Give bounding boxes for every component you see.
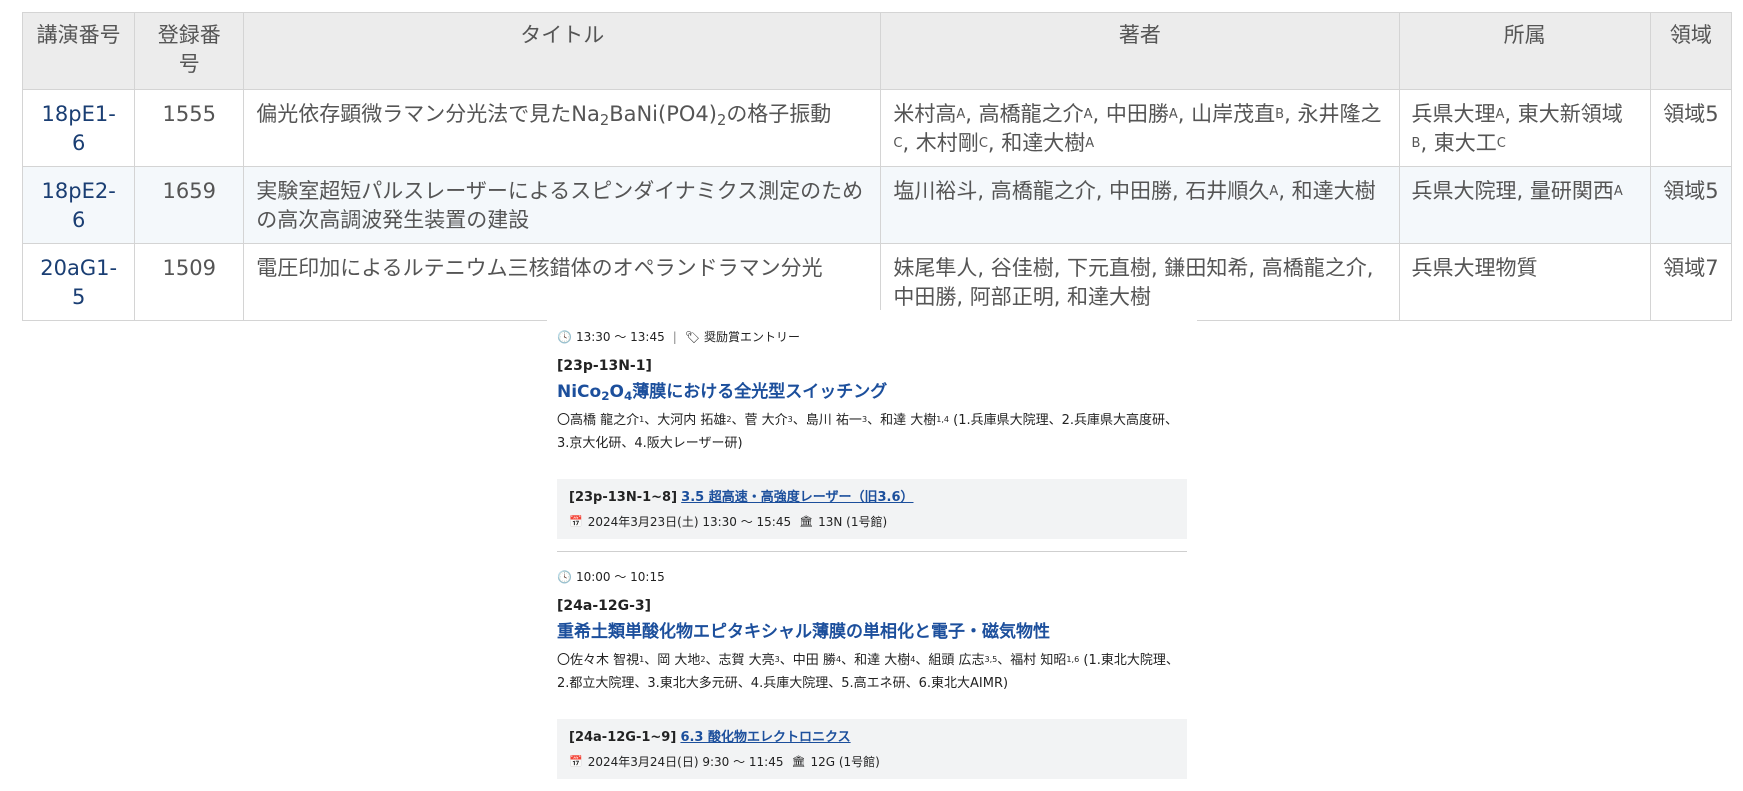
registration-number: 1659 <box>134 166 245 244</box>
session-box: [24a-12G-1~9] 6.3 酸化物エレクトロニクス 📅 2024年3月2… <box>557 719 1187 779</box>
program-entry: 🕓 13:30 〜 13:45 | 🏷 奨励賞エントリー [23p-13N-1]… <box>557 328 1187 552</box>
talk-time: 13:30 〜 13:45 <box>575 330 665 344</box>
talk-title-link[interactable]: 重希土類単酸化物エピタキシャル薄膜の単相化と電子・磁気物性 <box>557 619 1187 645</box>
talk-title: 実験室超短パルスレーザーによるスピンダイナミクス測定のための高次高調波発生装置の… <box>243 166 882 244</box>
table-header-row: 講演番号 登録番号 タイトル 著者 所属 領域 <box>21 12 1733 90</box>
calendar-icon: 📅 <box>569 755 583 768</box>
session-code: [23p-13N-1~8] <box>569 490 678 505</box>
panel-edge <box>877 310 1207 314</box>
award-tag: 奨励賞エントリー <box>704 330 801 344</box>
table-row: 20aG1-5 1509 電圧印加によるルテニウム三核錯体のオペランドラマン分光… <box>21 243 1733 321</box>
tag-icon: 🏷 <box>684 330 701 344</box>
talk-area: 領域7 <box>1649 243 1733 321</box>
talk-id-cell: 18pE2-6 <box>21 166 136 244</box>
column-header: 講演番号 <box>21 12 136 90</box>
column-header: 領域 <box>1649 12 1733 90</box>
talk-authors: 米村高A, 高橋龍之介A, 中田勝A, 山岸茂直B, 永井隆之C, 木村剛C, … <box>880 89 1400 167</box>
session-room: 13N (1号館) <box>818 515 888 529</box>
time-line: 🕓 13:30 〜 13:45 | 🏷 奨励賞エントリー <box>557 328 1187 346</box>
session-meta: 📅 2024年3月23日(土) 13:30 〜 15:45 🏛 13N (1号館… <box>569 511 1175 533</box>
session-date: 2024年3月23日(土) 13:30 〜 15:45 <box>587 515 792 529</box>
presentation-table: 講演番号 登録番号 タイトル 著者 所属 領域 18pE1-6 1555 偏光依… <box>21 12 1733 321</box>
divider <box>557 551 1187 552</box>
talk-title: 偏光依存顕微ラマン分光法で見たNa2BaNi(PO4)2の格子振動 <box>243 89 882 167</box>
building-icon: 🏛 <box>791 755 806 768</box>
program-panel: 🕓 13:30 〜 13:45 | 🏷 奨励賞エントリー [23p-13N-1]… <box>547 310 1207 791</box>
talk-id-cell: 18pE1-6 <box>21 89 136 167</box>
registration-number: 1555 <box>134 89 245 167</box>
session-box: [23p-13N-1~8] 3.5 超高速・高強度レーザー（旧3.6） 📅 20… <box>557 479 1187 539</box>
clock-icon: 🕓 <box>557 330 572 344</box>
session-date: 2024年3月24日(日) 9:30 〜 11:45 <box>587 755 784 769</box>
talk-area: 領域5 <box>1649 89 1733 167</box>
table-row: 18pE1-6 1555 偏光依存顕微ラマン分光法で見たNa2BaNi(PO4)… <box>21 89 1733 167</box>
column-header: 所属 <box>1398 12 1651 90</box>
building-icon: 🏛 <box>799 515 814 528</box>
talk-code: [24a-12G-3] <box>557 598 652 614</box>
column-header: タイトル <box>243 12 882 90</box>
time-line: 🕓 10:00 〜 10:15 <box>557 568 1187 586</box>
session-link[interactable]: 3.5 超高速・高強度レーザー（旧3.6） <box>681 490 913 505</box>
session-room: 12G (1号館) <box>810 755 880 769</box>
session-line: [23p-13N-1~8] 3.5 超高速・高強度レーザー（旧3.6） <box>569 487 1175 509</box>
talk-affiliation: 兵県大院理, 量研関西A <box>1398 166 1651 244</box>
talk-id-cell: 20aG1-5 <box>21 243 136 321</box>
talk-affiliation: 兵県大理物質 <box>1398 243 1651 321</box>
clock-icon: 🕓 <box>557 570 572 584</box>
column-header: 著者 <box>880 12 1400 90</box>
talk-time: 10:00 〜 10:15 <box>575 570 665 584</box>
column-header: 登録番号 <box>134 12 245 90</box>
session-meta: 📅 2024年3月24日(日) 9:30 〜 11:45 🏛 12G (1号館) <box>569 751 1175 773</box>
separator: | <box>672 330 677 344</box>
talk-id-link[interactable]: 20aG1-5 <box>40 256 117 309</box>
table-row: 18pE2-6 1659 実験室超短パルスレーザーによるスピンダイナミクス測定の… <box>21 166 1733 244</box>
talk-affiliation: 兵県大理A, 東大新領域B, 東大工C <box>1398 89 1651 167</box>
talk-authors: 〇佐々木 智視1、岡 大地2、志賀 大亮3、中田 勝4、和達 大樹4、組頭 広志… <box>557 653 1179 691</box>
session-code: [24a-12G-1~9] <box>569 730 677 745</box>
talk-id-link[interactable]: 18pE2-6 <box>42 179 116 232</box>
talk-code: [23p-13N-1] <box>557 358 652 374</box>
talk-authors: 塩川裕斗, 高橋龍之介, 中田勝, 石井順久A, 和達大樹 <box>880 166 1400 244</box>
talk-authors: 〇高橋 龍之介1、大河内 拓雄2、菅 大介3、島川 祐一3、和達 大樹1,4 (… <box>557 413 1179 451</box>
registration-number: 1509 <box>134 243 245 321</box>
talk-title: 電圧印加によるルテニウム三核錯体のオペランドラマン分光 <box>243 243 882 321</box>
talk-id-link[interactable]: 18pE1-6 <box>42 102 116 155</box>
talk-area: 領域5 <box>1649 166 1733 244</box>
calendar-icon: 📅 <box>569 515 583 528</box>
session-link[interactable]: 6.3 酸化物エレクトロニクス <box>680 730 850 745</box>
talk-title-link[interactable]: NiCo2O4薄膜における全光型スイッチング <box>557 379 1187 405</box>
talk-authors: 妹尾隼人, 谷佳樹, 下元直樹, 鎌田知希, 高橋龍之介, 中田勝, 阿部正明,… <box>880 243 1400 321</box>
program-entry: 🕓 10:00 〜 10:15 [24a-12G-3] 重希土類単酸化物エピタキ… <box>557 568 1187 779</box>
session-line: [24a-12G-1~9] 6.3 酸化物エレクトロニクス <box>569 727 1175 749</box>
